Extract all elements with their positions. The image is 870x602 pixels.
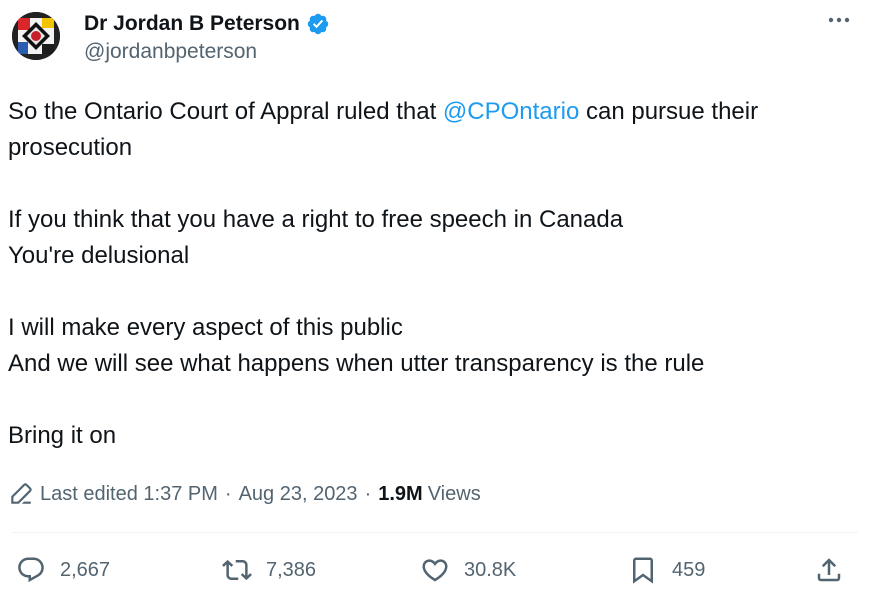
avatar[interactable] — [12, 12, 60, 60]
meta-separator: · — [224, 482, 232, 505]
bookmark-count: 459 — [672, 558, 706, 581]
tweet: Dr Jordan B Peterson @jordanbpeterson So… — [0, 0, 870, 602]
avatar-image — [12, 12, 60, 60]
repost-count: 7,386 — [266, 558, 317, 581]
like-icon — [422, 559, 448, 582]
repost-icon — [222, 559, 252, 581]
reply-count: 2,667 — [60, 558, 111, 581]
tweet-line: And we will see what happens when utter … — [8, 350, 705, 377]
tweet-line: If you think that you have a right to fr… — [8, 206, 624, 233]
meta-separator: · — [364, 482, 372, 505]
action-bar: 2,667 7,386 30.8K 459 — [0, 548, 870, 592]
author-name-row: Dr Jordan B Peterson — [84, 10, 330, 38]
tweet-meta: Last edited 1:37 PM · Aug 23, 2023 · 1.9… — [8, 478, 481, 510]
mention-link[interactable]: @CPOntario — [443, 98, 579, 125]
tweet-date[interactable]: Aug 23, 2023 — [239, 483, 358, 506]
repost-button[interactable]: 7,386 — [222, 548, 316, 592]
tweet-line: You're delusional — [8, 242, 190, 269]
edit-pencil-icon — [11, 483, 32, 504]
tweet-line: Bring it on — [8, 422, 117, 449]
like-button[interactable]: 30.8K — [420, 548, 516, 592]
tweet-text: So the Ontario Court of Appral ruled tha… — [8, 94, 858, 454]
author-handle[interactable]: @jordanbpeterson — [84, 40, 257, 64]
divider — [12, 532, 858, 533]
bookmark-button[interactable]: 459 — [628, 548, 705, 592]
tweet-line: I will make every aspect of this public — [8, 314, 403, 341]
bookmark-icon — [633, 557, 653, 584]
edited-timestamp[interactable]: Last edited 1:37 PM — [40, 483, 218, 506]
share-icon — [817, 558, 841, 582]
reply-button[interactable]: 2,667 — [16, 548, 110, 592]
views-count: 1.9M — [378, 482, 423, 505]
tweet-paragraph-1: So the Ontario Court of Appral ruled tha… — [8, 94, 858, 166]
reply-icon — [18, 557, 44, 583]
more-icon[interactable] — [824, 8, 854, 32]
views-label: Views — [427, 482, 481, 505]
share-button[interactable] — [814, 548, 844, 592]
tweet-text-segment: So the Ontario Court of Appral ruled tha… — [8, 98, 443, 125]
like-count: 30.8K — [464, 558, 517, 581]
author-display-name[interactable]: Dr Jordan B Peterson — [84, 12, 300, 36]
verified-badge-icon[interactable] — [306, 12, 330, 36]
